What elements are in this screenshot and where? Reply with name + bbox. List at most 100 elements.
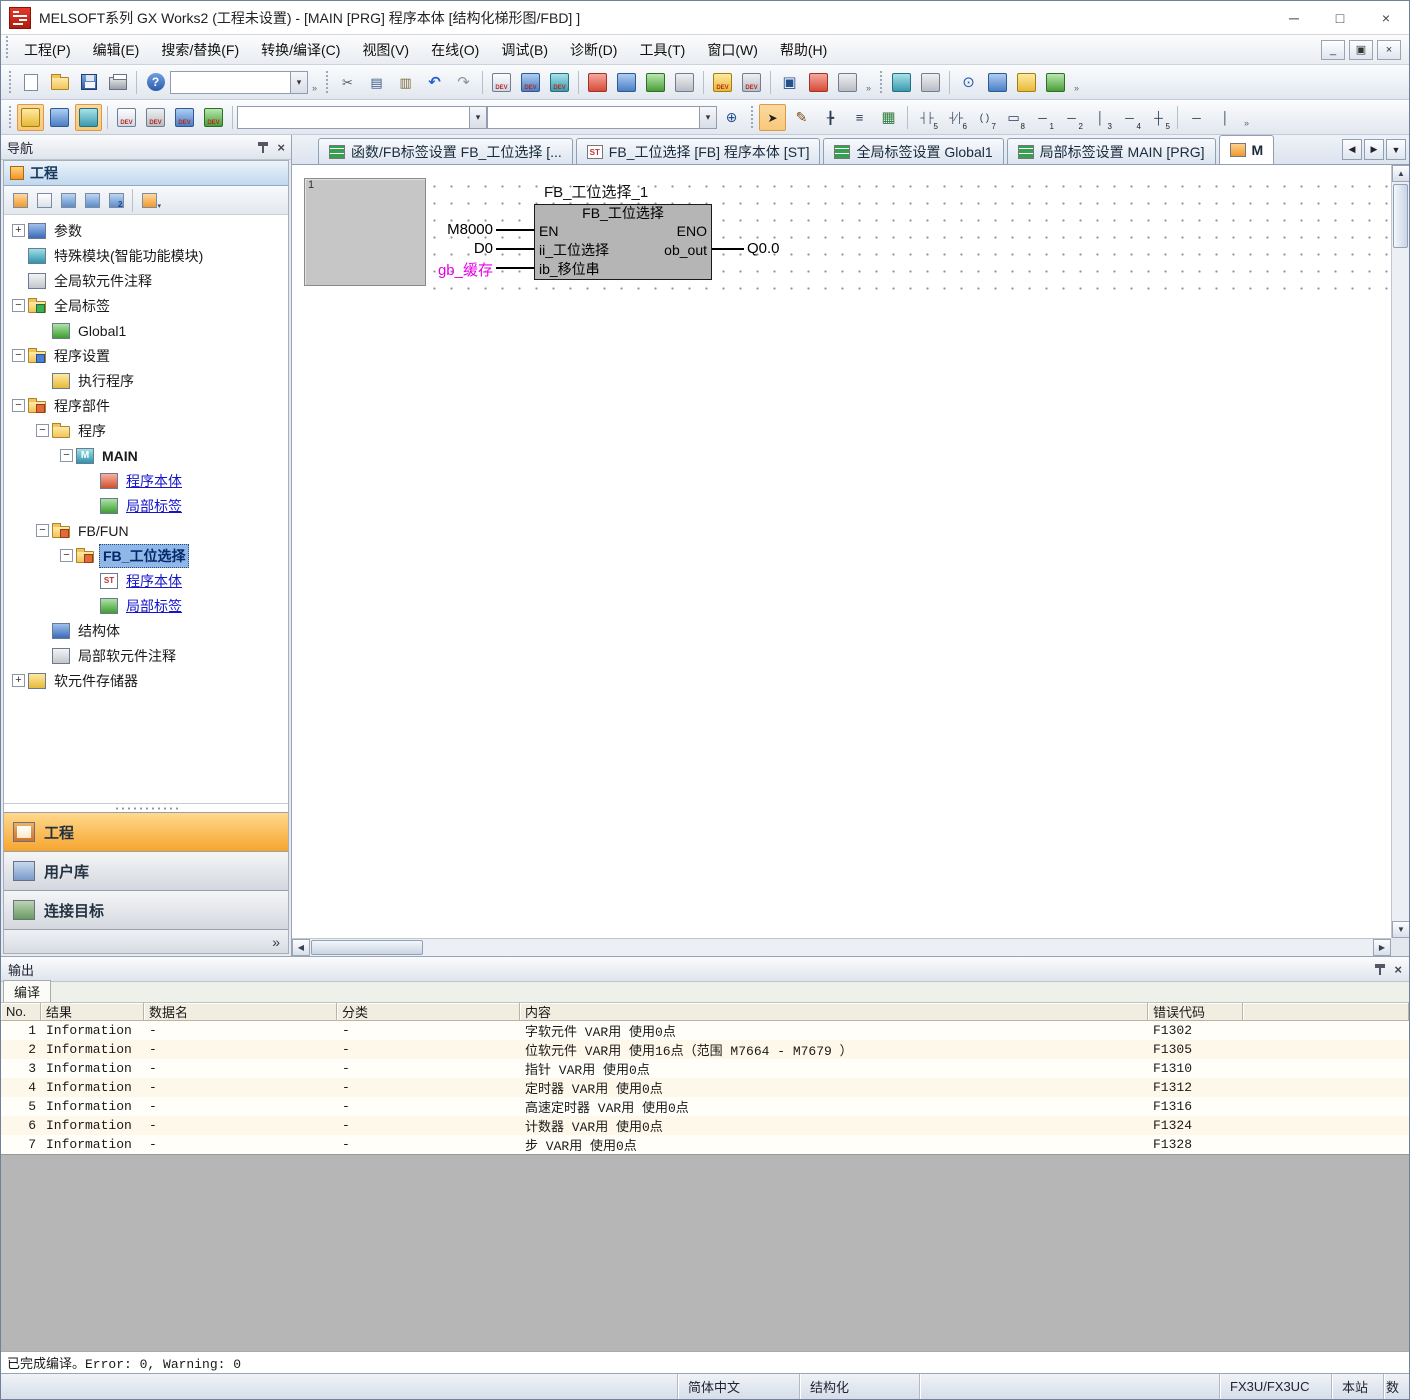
table-row[interactable]: 3 Information - - 指针 VAR用 使用0点 F1310 xyxy=(1,1059,1409,1078)
combo-dropdown-icon[interactable]: ▾ xyxy=(290,72,307,93)
pin-en[interactable]: EN xyxy=(539,222,558,241)
cross-reference-button[interactable] xyxy=(955,69,982,96)
project-data-combo-input[interactable] xyxy=(171,72,290,93)
cut-button[interactable] xyxy=(334,69,361,96)
tree-item-local-device-comment[interactable]: 局部软元件注释 xyxy=(4,643,288,668)
toolbar-grip3[interactable] xyxy=(879,70,883,94)
fb-block[interactable]: FB_工位选择 EN ENO ii_工位选择 ob_out ib_移位串 xyxy=(534,204,712,280)
tree-item-global-device-comment[interactable]: 全局软元件注释 xyxy=(4,268,288,293)
select-mode-button[interactable] xyxy=(759,104,786,131)
column-data-name[interactable]: 数据名 xyxy=(144,1003,337,1021)
tab-fb-program-body-st[interactable]: FB_工位选择 [FB] 程序本体 [ST] xyxy=(576,138,821,164)
tree-item-fb-fun[interactable]: FB/FUN xyxy=(4,518,288,543)
toolbar-overflow-icon2[interactable]: » xyxy=(862,69,875,95)
view-button-user-library[interactable]: 用户库 xyxy=(4,851,288,890)
navigation-window-button[interactable] xyxy=(17,104,44,131)
build-button[interactable] xyxy=(517,69,544,96)
device-comment-combo[interactable]: ▾ xyxy=(237,106,487,129)
table-row[interactable]: 4 Information - - 定时器 VAR用 使用0点 F1312 xyxy=(1,1078,1409,1097)
table-row[interactable]: 6 Information - - 计数器 VAR用 使用0点 F1324 xyxy=(1,1116,1409,1135)
fb-instance-name[interactable]: FB_工位选择_1 xyxy=(544,181,648,202)
ladder-editor-button[interactable] xyxy=(113,104,140,131)
write-to-plc-button[interactable] xyxy=(642,69,669,96)
menu-view[interactable]: 视图(V) xyxy=(351,35,420,64)
operand-en[interactable]: M8000 xyxy=(413,221,493,238)
scroll-up-icon[interactable]: ▲ xyxy=(1392,165,1409,182)
device-comment-combo-input[interactable] xyxy=(238,107,469,128)
menu-diagnostics[interactable]: 诊断(D) xyxy=(559,35,628,64)
vertical-scrollbar[interactable]: ▲ ▼ xyxy=(1391,165,1409,938)
tree-item-structured-data-types[interactable]: 结构体 xyxy=(4,618,288,643)
maximize-button[interactable]: □ xyxy=(1317,1,1363,34)
paste-button[interactable] xyxy=(392,69,419,96)
column-category[interactable]: 分类 xyxy=(337,1003,520,1021)
input-variable-button[interactable] xyxy=(1029,104,1056,131)
pause-monitor-button[interactable] xyxy=(834,69,861,96)
tab-list-button[interactable]: ▼ xyxy=(1386,139,1406,160)
fbd-canvas[interactable]: 1 FB_工位选择_1 FB_工位选择 EN ENO ii_工位选择 ob_ou… xyxy=(292,165,1409,956)
pin-in2[interactable]: ib_移位串 xyxy=(539,260,600,279)
expander-icon[interactable] xyxy=(12,299,25,312)
watch-window-button[interactable] xyxy=(1013,69,1040,96)
undo-button[interactable] xyxy=(421,69,448,96)
expander-icon[interactable] xyxy=(60,449,73,462)
mdi-close-button[interactable]: × xyxy=(1377,40,1401,60)
tab-scroll-left-button[interactable]: ◀ xyxy=(1342,139,1362,160)
tree-item-global-label[interactable]: 全局标签 xyxy=(4,293,288,318)
stop-monitor-button[interactable] xyxy=(805,69,832,96)
device-batch-monitor-button[interactable] xyxy=(709,69,736,96)
tree-item-main-program-body[interactable]: 程序本体 xyxy=(4,468,288,493)
menu-online[interactable]: 在线(O) xyxy=(420,35,490,64)
menu-project[interactable]: 工程(P) xyxy=(13,35,82,64)
tree-item-execution-program[interactable]: 执行程序 xyxy=(4,368,288,393)
close-button[interactable]: × xyxy=(1363,1,1409,34)
simulation-start-button[interactable] xyxy=(888,69,915,96)
menu-debug[interactable]: 调试(B) xyxy=(490,35,559,64)
print-button[interactable] xyxy=(104,69,131,96)
program-check-button[interactable] xyxy=(488,69,515,96)
interconnect-mode-button[interactable] xyxy=(788,104,815,131)
project-data-combo[interactable]: ▾ xyxy=(170,71,308,94)
menu-tool[interactable]: 工具(T) xyxy=(628,35,696,64)
vertical-scroll-thumb[interactable] xyxy=(1393,184,1408,248)
tree-item-program-setting[interactable]: 程序设置 xyxy=(4,343,288,368)
operand-out1[interactable]: Q0.0 xyxy=(747,240,780,257)
delete-line-button[interactable] xyxy=(1212,104,1239,131)
nav-paste-button[interactable] xyxy=(56,188,80,212)
tree-item-parameters[interactable]: 参数 xyxy=(4,218,288,243)
entry-data-monitor-button[interactable] xyxy=(738,69,765,96)
toolbar2-grip[interactable] xyxy=(8,105,12,129)
expander-icon[interactable] xyxy=(36,424,49,437)
menu-help[interactable]: 帮助(H) xyxy=(769,35,838,64)
open-contact-button[interactable] xyxy=(913,104,940,131)
open-project-button[interactable] xyxy=(46,69,73,96)
start-monitor-button[interactable] xyxy=(776,69,803,96)
expander-icon[interactable] xyxy=(60,549,73,562)
branch-line-button[interactable] xyxy=(1145,104,1172,131)
output-window-button[interactable] xyxy=(75,104,102,131)
view-bar-chevron-icon[interactable]: » xyxy=(272,934,280,950)
operand-in2[interactable]: gb_缓存 xyxy=(396,259,493,280)
compile-tab[interactable]: 编译 xyxy=(3,980,51,1002)
menu-find-replace[interactable]: 搜索/替换(F) xyxy=(150,35,250,64)
mdi-restore-button[interactable]: ▣ xyxy=(1349,40,1373,60)
output-variable-button[interactable] xyxy=(1058,104,1085,131)
auto-connect-button[interactable] xyxy=(817,104,844,131)
view-button-project[interactable]: 工程 xyxy=(4,812,288,851)
expander-icon[interactable] xyxy=(12,399,25,412)
horizontal-scrollbar[interactable]: ◀ ▶ xyxy=(292,938,1391,956)
combo-dropdown-icon3[interactable]: ▾ xyxy=(699,107,716,128)
find-target-combo-input[interactable] xyxy=(488,107,699,128)
pin-in1[interactable]: ii_工位选择 xyxy=(539,241,609,260)
tree-item-fb-local-label[interactable]: 局部标签 xyxy=(4,593,288,618)
redo-button[interactable] xyxy=(450,69,477,96)
find-device-button[interactable] xyxy=(718,104,745,131)
navigation-close-icon[interactable]: × xyxy=(277,141,285,154)
expander-icon[interactable] xyxy=(12,674,25,687)
simulation-stop-button[interactable] xyxy=(917,69,944,96)
output-close-icon[interactable]: × xyxy=(1394,963,1402,976)
rebuild-all-button[interactable] xyxy=(546,69,573,96)
new-project-button[interactable] xyxy=(17,69,44,96)
column-result[interactable]: 结果 xyxy=(41,1003,144,1021)
tree-item-pou[interactable]: 程序部件 xyxy=(4,393,288,418)
